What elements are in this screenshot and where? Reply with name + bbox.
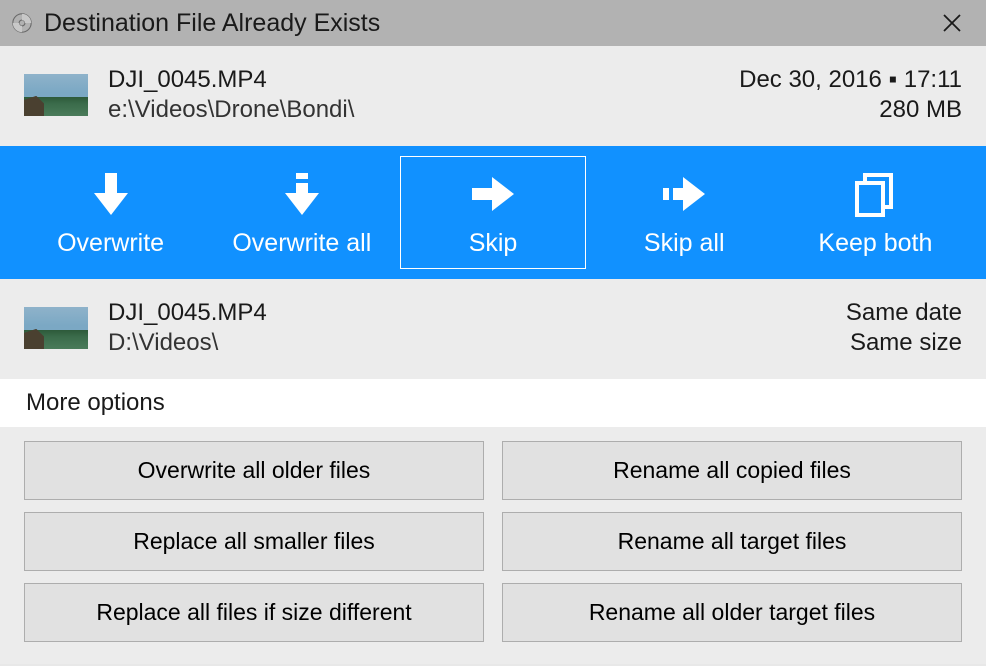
replace-smaller-button[interactable]: Replace all smaller files bbox=[24, 512, 484, 571]
close-button[interactable] bbox=[934, 5, 970, 41]
source-file-size: 280 MB bbox=[739, 96, 962, 124]
close-icon bbox=[943, 14, 961, 32]
keep-both-label: Keep both bbox=[818, 229, 932, 258]
keep-both-button[interactable]: Keep both bbox=[783, 156, 968, 269]
dest-file-name: DJI_0045.MP4 bbox=[108, 299, 846, 327]
rename-target-button[interactable]: Rename all target files bbox=[502, 512, 962, 571]
skip-all-button[interactable]: Skip all bbox=[592, 156, 777, 269]
primary-actions: Overwrite Overwrite all Skip bbox=[0, 146, 986, 279]
skip-all-label: Skip all bbox=[644, 229, 725, 258]
more-options-grid: Overwrite all older files Rename all cop… bbox=[0, 427, 986, 664]
copy-icon bbox=[850, 167, 900, 221]
overwrite-older-button[interactable]: Overwrite all older files bbox=[24, 441, 484, 500]
source-file-name: DJI_0045.MP4 bbox=[108, 66, 739, 94]
replace-diff-button[interactable]: Replace all files if size different bbox=[24, 583, 484, 642]
dest-file-row: DJI_0045.MP4 D:\Videos\ Same date Same s… bbox=[0, 279, 986, 379]
source-file-date: Dec 30, 2016 ▪ 17:11 bbox=[739, 66, 962, 94]
arrow-down-icon bbox=[86, 167, 136, 221]
app-disc-icon bbox=[8, 9, 36, 37]
rename-older-target-button[interactable]: Rename all older target files bbox=[502, 583, 962, 642]
source-file-path: e:\Videos\Drone\Bondi\ bbox=[108, 96, 739, 124]
skip-label: Skip bbox=[469, 229, 518, 258]
arrow-right-dashed-icon bbox=[659, 167, 709, 221]
dest-file-date: Same date bbox=[846, 299, 962, 327]
source-file-meta: Dec 30, 2016 ▪ 17:11 280 MB bbox=[739, 66, 962, 124]
dest-file-text: DJI_0045.MP4 D:\Videos\ bbox=[108, 299, 846, 357]
rename-copied-button[interactable]: Rename all copied files bbox=[502, 441, 962, 500]
overwrite-label: Overwrite bbox=[57, 229, 164, 258]
arrow-right-icon bbox=[468, 167, 518, 221]
more-options-header: More options bbox=[0, 379, 986, 427]
arrow-down-dashed-icon bbox=[277, 167, 327, 221]
window-title: Destination File Already Exists bbox=[44, 9, 934, 38]
source-thumbnail bbox=[24, 74, 88, 116]
dest-thumbnail bbox=[24, 307, 88, 349]
overwrite-all-button[interactable]: Overwrite all bbox=[209, 156, 394, 269]
dest-file-path: D:\Videos\ bbox=[108, 329, 846, 357]
source-file-row: DJI_0045.MP4 e:\Videos\Drone\Bondi\ Dec … bbox=[0, 46, 986, 146]
source-file-text: DJI_0045.MP4 e:\Videos\Drone\Bondi\ bbox=[108, 66, 739, 124]
dest-file-size: Same size bbox=[846, 329, 962, 357]
titlebar: Destination File Already Exists bbox=[0, 0, 986, 46]
overwrite-all-label: Overwrite all bbox=[232, 229, 371, 258]
dest-file-meta: Same date Same size bbox=[846, 299, 962, 357]
overwrite-button[interactable]: Overwrite bbox=[18, 156, 203, 269]
skip-button[interactable]: Skip bbox=[400, 156, 585, 269]
